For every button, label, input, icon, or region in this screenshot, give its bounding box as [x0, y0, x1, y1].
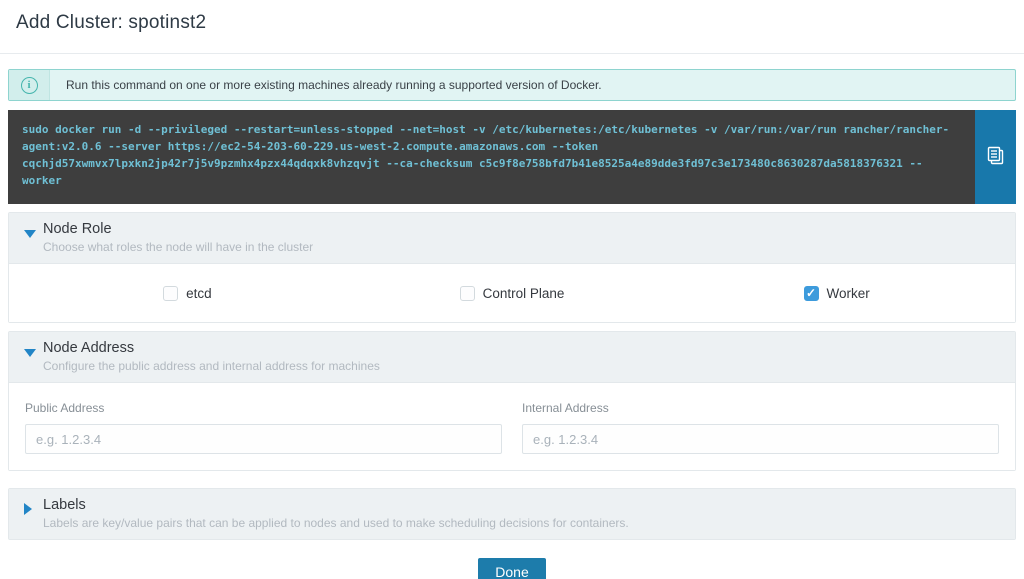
caret-right-icon	[24, 503, 32, 515]
internal-address-field-group: Internal Address	[522, 401, 999, 454]
worker-checkbox-item[interactable]: Worker	[804, 286, 870, 301]
copy-command-button[interactable]	[975, 110, 1016, 204]
labels-section-header[interactable]: Labels Labels are key/value pairs that c…	[9, 489, 1015, 539]
internal-address-input[interactable]	[522, 424, 999, 454]
labels-section: Labels Labels are key/value pairs that c…	[8, 488, 1016, 540]
docker-command-block: sudo docker run -d --privileged --restar…	[8, 110, 1016, 204]
info-icon: i	[21, 77, 38, 94]
etcd-checkbox[interactable]	[163, 286, 178, 301]
labels-subtitle: Labels are key/value pairs that can be a…	[43, 516, 1001, 530]
caret-down-icon	[24, 230, 36, 238]
node-address-body: Public Address Internal Address	[9, 382, 1015, 470]
node-address-section: Node Address Configure the public addres…	[8, 331, 1016, 471]
info-banner-icon-cell: i	[9, 70, 50, 100]
public-address-input[interactable]	[25, 424, 502, 454]
node-role-section-header[interactable]: Node Role Choose what roles the node wil…	[9, 213, 1015, 263]
node-role-body: etcd Control Plane Worker	[9, 263, 1015, 322]
worker-checkbox-label: Worker	[827, 286, 870, 301]
roles-row: etcd Control Plane Worker	[9, 264, 1015, 322]
public-address-field-group: Public Address	[25, 401, 502, 454]
node-address-title: Node Address	[43, 340, 1001, 356]
role-col-control-plane: Control Plane	[350, 286, 675, 301]
header-divider	[0, 53, 1024, 54]
role-col-etcd: etcd	[25, 286, 350, 301]
node-role-title: Node Role	[43, 221, 1001, 237]
labels-title: Labels	[43, 497, 1001, 513]
clipboard-icon	[987, 146, 1005, 169]
control-plane-checkbox-label: Control Plane	[483, 286, 565, 301]
node-role-section: Node Role Choose what roles the node wil…	[8, 212, 1016, 323]
worker-checkbox[interactable]	[804, 286, 819, 301]
internal-address-label: Internal Address	[522, 401, 999, 415]
etcd-checkbox-item[interactable]: etcd	[163, 286, 212, 301]
address-fields-row: Public Address Internal Address	[9, 383, 1015, 470]
page-title: Add Cluster: spotinst2	[16, 12, 1008, 34]
public-address-label: Public Address	[25, 401, 502, 415]
add-cluster-page: Add Cluster: spotinst2 i Run this comman…	[0, 0, 1024, 579]
page-footer: Done	[0, 558, 1024, 579]
node-role-subtitle: Choose what roles the node will have in …	[43, 240, 1001, 254]
node-address-section-header[interactable]: Node Address Configure the public addres…	[9, 332, 1015, 382]
done-button[interactable]: Done	[478, 558, 545, 579]
page-header: Add Cluster: spotinst2	[0, 0, 1024, 44]
node-address-subtitle: Configure the public address and interna…	[43, 359, 1001, 373]
role-col-worker: Worker	[674, 286, 999, 301]
etcd-checkbox-label: etcd	[186, 286, 212, 301]
caret-down-icon	[24, 349, 36, 357]
control-plane-checkbox-item[interactable]: Control Plane	[460, 286, 565, 301]
docker-command-text: sudo docker run -d --privileged --restar…	[8, 110, 975, 204]
info-banner: i Run this command on one or more existi…	[8, 69, 1016, 101]
control-plane-checkbox[interactable]	[460, 286, 475, 301]
info-banner-text: Run this command on one or more existing…	[50, 70, 602, 100]
